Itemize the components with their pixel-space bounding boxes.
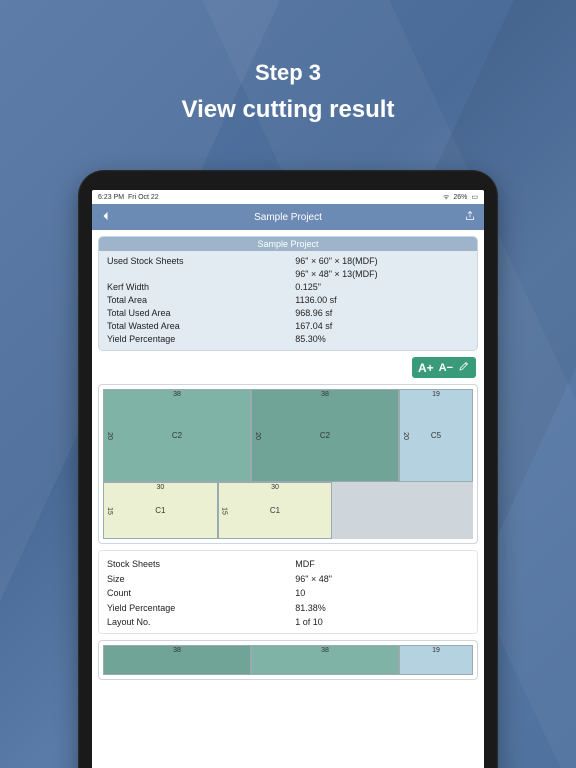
piece-c2-1[interactable]: 38 20 C2 xyxy=(103,389,251,482)
kerf-label: Kerf Width xyxy=(107,281,295,294)
dyield-label: Yield Percentage xyxy=(107,601,295,615)
piece-label: C2 xyxy=(320,431,330,440)
step-title: View cutting result xyxy=(0,96,576,124)
page-heading: Step 3 View cutting result xyxy=(0,60,576,124)
piece-dim-left: 15 xyxy=(221,507,228,515)
piece-dim-top: 38 xyxy=(173,647,181,654)
piece-c5[interactable]: 19 20 C5 xyxy=(399,389,473,482)
total-area-value: 1136.00 sf xyxy=(295,294,469,307)
used-area-label: Total Used Area xyxy=(107,307,295,320)
piece-dim-top: 30 xyxy=(156,484,164,491)
piece-dim-left: 15 xyxy=(106,507,113,515)
stock-value: MDF xyxy=(295,557,469,571)
layoutno-label: Layout No. xyxy=(107,615,295,629)
tablet-screen: 6:23 PM Fri Oct 22 ᯤ 26% ▭ Sample Projec… xyxy=(92,190,484,768)
piece-dim-top: 38 xyxy=(321,647,329,654)
piece-dim-left: 20 xyxy=(402,432,409,440)
piece-dim-top: 38 xyxy=(321,391,329,398)
wifi-icon: ᯤ xyxy=(443,193,449,202)
peek-piece-2[interactable]: 38 xyxy=(251,645,399,675)
size-value: 96" × 48" xyxy=(295,572,469,586)
piece-dim-left: 20 xyxy=(106,432,113,440)
piece-dim-top: 38 xyxy=(173,391,181,398)
wasted-area-label: Total Wasted Area xyxy=(107,320,295,333)
layout-card: 38 20 C2 38 20 C2 19 20 C5 xyxy=(98,384,478,544)
battery-percent: 26% xyxy=(453,194,467,201)
share-button[interactable] xyxy=(464,210,476,224)
summary-header: Sample Project xyxy=(99,237,477,251)
nav-title: Sample Project xyxy=(254,212,322,223)
piece-label: C2 xyxy=(172,431,182,440)
layout-card-next: 38 38 19 xyxy=(98,640,478,680)
cutting-layout[interactable]: 38 20 C2 38 20 C2 19 20 C5 xyxy=(103,389,473,539)
piece-c1-2[interactable]: 30 15 C1 xyxy=(218,482,333,539)
yield-label: Yield Percentage xyxy=(107,333,295,346)
piece-c2-2[interactable]: 38 20 C2 xyxy=(251,389,399,482)
peek-piece-3[interactable]: 19 xyxy=(399,645,473,675)
used-sheets-label: Used Stock Sheets xyxy=(107,255,295,268)
piece-c1-1[interactable]: 30 15 C1 xyxy=(103,482,218,539)
status-right: ᯤ 26% ▭ xyxy=(443,193,478,202)
yield-value: 85.30% xyxy=(295,333,469,346)
total-area-label: Total Area xyxy=(107,294,295,307)
status-bar: 6:23 PM Fri Oct 22 ᯤ 26% ▭ xyxy=(92,190,484,204)
piece-dim-top: 19 xyxy=(432,391,440,398)
brush-icon[interactable] xyxy=(458,360,470,375)
count-label: Count xyxy=(107,586,295,600)
zoom-out-button[interactable]: A− xyxy=(439,362,453,374)
piece-dim-top: 19 xyxy=(432,647,440,654)
size-label: Size xyxy=(107,572,295,586)
layoutno-value: 1 of 10 xyxy=(295,615,469,629)
piece-dim-top: 30 xyxy=(271,484,279,491)
piece-label: C5 xyxy=(431,431,441,440)
status-time: 6:23 PM xyxy=(98,194,124,201)
back-button[interactable] xyxy=(100,210,112,224)
zoom-in-button[interactable]: A+ xyxy=(418,361,434,375)
piece-label: C1 xyxy=(155,506,165,515)
peek-piece-1[interactable]: 38 xyxy=(103,645,251,675)
cutting-layout-peek[interactable]: 38 38 19 xyxy=(103,645,473,675)
step-number: Step 3 xyxy=(0,60,576,86)
battery-icon: ▭ xyxy=(471,193,478,201)
used-sheets-value-2: 96" × 48" × 13(MDF) xyxy=(295,268,469,281)
count-value: 10 xyxy=(295,586,469,600)
used-sheets-value-1: 96" × 60" × 18(MDF) xyxy=(295,255,469,268)
stock-label: Stock Sheets xyxy=(107,557,295,571)
summary-card: Sample Project Used Stock Sheets96" × 60… xyxy=(98,236,478,351)
zoom-tools: A+ A− xyxy=(412,357,476,378)
piece-label: C1 xyxy=(270,506,280,515)
status-date: Fri Oct 22 xyxy=(128,194,159,201)
wasted-area-value: 167.04 sf xyxy=(295,320,469,333)
used-area-value: 968.96 sf xyxy=(295,307,469,320)
kerf-value: 0.125" xyxy=(295,281,469,294)
piece-dim-left: 20 xyxy=(254,432,261,440)
status-left: 6:23 PM Fri Oct 22 xyxy=(98,194,159,201)
dyield-value: 81.38% xyxy=(295,601,469,615)
content-area[interactable]: Sample Project Used Stock Sheets96" × 60… xyxy=(92,230,484,768)
tablet-frame: 6:23 PM Fri Oct 22 ᯤ 26% ▭ Sample Projec… xyxy=(78,170,498,768)
nav-bar: Sample Project xyxy=(92,204,484,230)
layout-detail: Stock SheetsMDF Size96" × 48" Count10 Yi… xyxy=(98,550,478,634)
